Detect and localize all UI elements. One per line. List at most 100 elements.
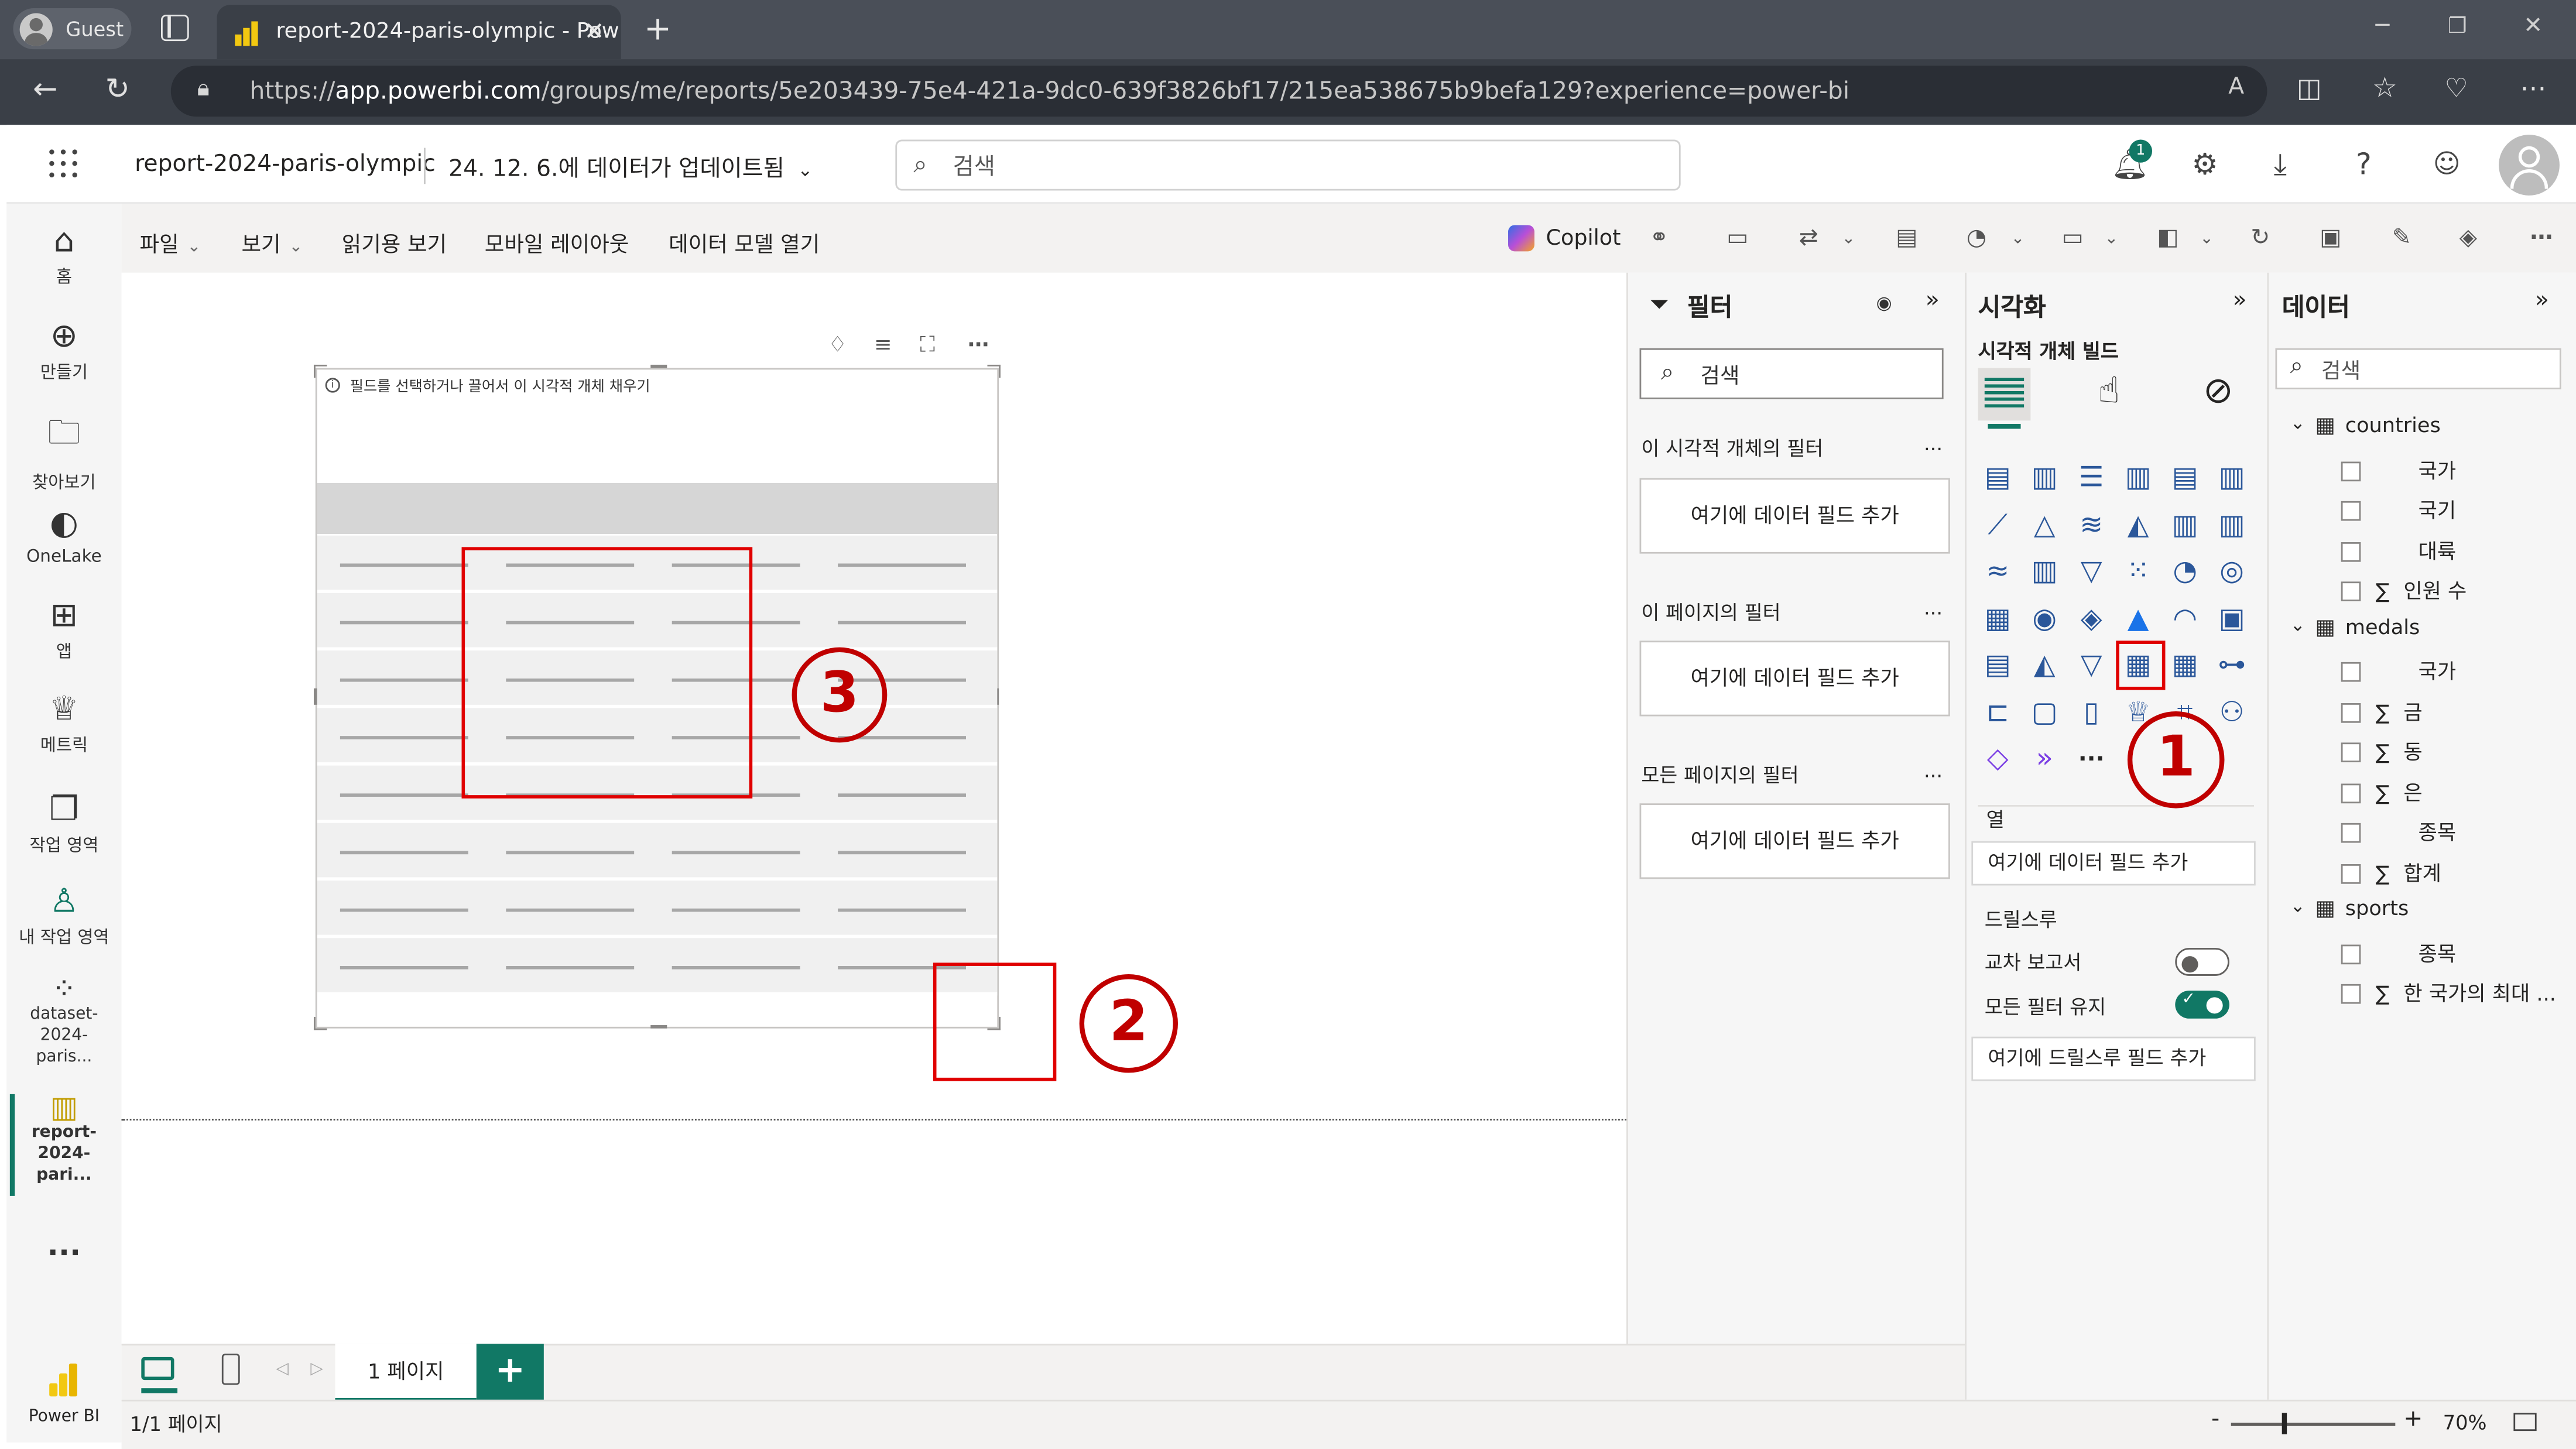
decomposition-tree-icon[interactable]: ⊏ (1979, 694, 2016, 731)
settings-gear-icon[interactable]: ⚙ (2191, 148, 2218, 183)
shapes-icon[interactable]: ◔ (1967, 225, 1986, 251)
tab-close-icon[interactable]: ✕ (584, 16, 604, 46)
bell-icon[interactable]: ♢ (828, 334, 847, 358)
stacked-bar-chart-icon[interactable]: ▤ (1979, 460, 2016, 496)
menu-mobile-layout[interactable]: 모바일 레이아웃 (485, 227, 629, 258)
zoom-in-button[interactable]: + (2403, 1406, 2423, 1433)
data-field-item[interactable]: ∑ 한 국가의 최대 ... (2341, 976, 2556, 1007)
zoom-slider[interactable] (2231, 1423, 2396, 1426)
resize-handle[interactable] (987, 364, 1001, 378)
collapse-viz-icon[interactable]: » (2233, 287, 2247, 314)
comment-icon[interactable]: ▭ (1727, 225, 1748, 251)
nav-onelake[interactable]: ◐ OneLake (6, 503, 121, 567)
data-search-input[interactable]: ⌕ 검색 (2275, 348, 2561, 390)
matrix-icon[interactable]: ▦ (2167, 648, 2203, 684)
funnel-chart-icon[interactable]: ▽ (2073, 554, 2109, 590)
field-checkbox[interactable] (2341, 783, 2361, 803)
refresh-icon[interactable]: ↻ (2250, 225, 2270, 251)
data-field-item[interactable]: ∑ 금 (2341, 694, 2423, 725)
section-more-icon[interactable]: ... (1924, 597, 1943, 619)
key-influencers-icon[interactable]: ⊶ (2214, 648, 2250, 684)
minimize-icon[interactable]: ─ (2376, 13, 2390, 39)
filter-icon[interactable]: ≡ (874, 334, 892, 358)
data-field-item[interactable]: 종목 (2341, 936, 2456, 967)
search-input[interactable]: ⌕ 검색 (895, 139, 1681, 191)
nav-browse[interactable]: 🗀︎ 찾아보기 (6, 409, 121, 495)
teams-icon[interactable]: ◈ (2459, 225, 2477, 251)
line-column-chart-icon[interactable]: ▥ (2167, 507, 2203, 543)
chevron-down-icon[interactable]: ⌄ (2011, 230, 2025, 248)
collapse-data-icon[interactable]: » (2535, 287, 2549, 314)
chevron-down-icon[interactable]: ⌄ (1842, 230, 1856, 248)
download-icon[interactable]: ⤓ (2274, 148, 2287, 183)
nav-create[interactable]: ⊕ 만들기 (6, 316, 121, 385)
section-more-icon[interactable]: ... (1924, 432, 1943, 455)
help-icon[interactable]: ? (2356, 148, 2372, 183)
nav-workspaces[interactable]: ❐ 작업 영역 (6, 789, 121, 858)
scroll-left-icon[interactable]: ◁ (276, 1360, 289, 1378)
gauge-icon[interactable]: ◠ (2167, 601, 2203, 637)
menu-view[interactable]: 보기 ⌄ (241, 227, 303, 258)
tab-actions-icon[interactable] (160, 15, 189, 42)
field-checkbox[interactable] (2341, 662, 2361, 682)
nav-metrics[interactable]: ♕ 메트릭 (6, 688, 121, 758)
data-field-item[interactable]: 국가 (2341, 654, 2456, 685)
scatter-chart-icon[interactable]: ⁙ (2120, 554, 2156, 590)
field-checkbox[interactable] (2341, 944, 2361, 964)
chevron-down-icon[interactable]: ⌄ (2290, 895, 2306, 916)
area-chart-icon[interactable]: △ (2026, 507, 2063, 543)
power-automate-icon[interactable]: ◇ (1979, 741, 2016, 777)
add-page-button[interactable]: + (476, 1344, 544, 1403)
nav-apps[interactable]: ⊞ 앱 (6, 595, 121, 664)
100-bar-chart-icon[interactable]: ▤ (2167, 460, 2203, 496)
share-icon[interactable]: ⇄ (1799, 225, 1818, 251)
pin-icon[interactable]: ✎ (2392, 225, 2411, 251)
nav-home[interactable]: ⌂ 홈 (6, 220, 121, 289)
address-bar[interactable]: 🔒︎ https://app.powerbi.com/groups/me/rep… (170, 66, 2267, 117)
eye-icon[interactable]: ◉ (1876, 292, 1892, 313)
reload-icon[interactable]: ↻ (105, 72, 130, 107)
menu-reading-view[interactable]: 읽기용 보기 (342, 227, 447, 258)
data-field-item[interactable]: 대륙 (2341, 533, 2456, 564)
data-updated-dropdown[interactable]: 24. 12. 6.에 데이터가 업데이트됨 ⌄ (448, 151, 813, 184)
window-close-icon[interactable]: ✕ (2523, 13, 2543, 39)
data-field-item[interactable]: 종목 (2341, 815, 2456, 846)
kpi-icon[interactable]: ◭ (2026, 648, 2063, 684)
line-chart-icon[interactable]: ⟋ (1979, 507, 2016, 543)
treemap-icon[interactable]: ▦ (1979, 601, 2016, 637)
visual-more-icon[interactable]: ⋯ (968, 334, 989, 358)
waterfall-chart-icon[interactable]: ▥ (2026, 554, 2063, 590)
data-field-item[interactable]: ∑ 합계 (2341, 855, 2441, 886)
focus-mode-icon[interactable]: ⛶ (920, 334, 935, 358)
section-more-icon[interactable]: ... (1924, 759, 1943, 782)
keep-filters-toggle[interactable]: ✓ (2175, 991, 2229, 1019)
field-checkbox[interactable] (2341, 461, 2361, 481)
zoom-slider-thumb[interactable] (2282, 1413, 2287, 1434)
paginated-report-icon[interactable]: ▯ (2073, 694, 2109, 731)
data-table-node[interactable]: ⌄ ▦ countries (2290, 412, 2441, 439)
maximize-icon[interactable]: ❐ (2448, 15, 2467, 39)
build-visual-tab[interactable] (1978, 368, 2031, 421)
filter-drop-zone[interactable]: 여기에 데이터 필드 추가 (1639, 478, 1950, 554)
mobile-layout-icon[interactable] (221, 1354, 240, 1385)
chevron-down-icon[interactable]: ⌄ (2290, 412, 2306, 433)
fit-to-page-icon[interactable] (2513, 1413, 2537, 1431)
clustered-bar-chart-icon[interactable]: ☰ (2073, 460, 2109, 496)
profile-button[interactable]: Guest (13, 8, 132, 50)
cross-report-toggle[interactable] (2175, 948, 2229, 976)
map-icon[interactable]: ◉ (2026, 601, 2063, 637)
smart-narrative-icon[interactable]: ⚇ (2214, 694, 2250, 731)
field-checkbox[interactable] (2341, 501, 2361, 521)
chevron-down-icon[interactable]: ⌄ (2105, 230, 2119, 248)
100-column-chart-icon[interactable]: ▥ (2214, 460, 2250, 496)
filter-drop-zone[interactable]: 여기에 데이터 필드 추가 (1639, 640, 1950, 717)
menu-file[interactable]: 파일 ⌄ (140, 227, 201, 258)
field-checkbox[interactable] (2341, 702, 2361, 722)
stacked-column-chart-icon[interactable]: ▥ (2026, 460, 2063, 496)
pie-chart-icon[interactable]: ◔ (2167, 554, 2203, 590)
report-name[interactable]: report-2024-paris-olympic (135, 151, 436, 177)
field-checkbox[interactable] (2341, 541, 2361, 561)
nav-dataset[interactable]: ⁘ dataset-2024-paris... (6, 975, 121, 1068)
favorites-icon[interactable]: ☆ (2372, 72, 2397, 105)
desktop-layout-icon[interactable] (141, 1356, 174, 1381)
